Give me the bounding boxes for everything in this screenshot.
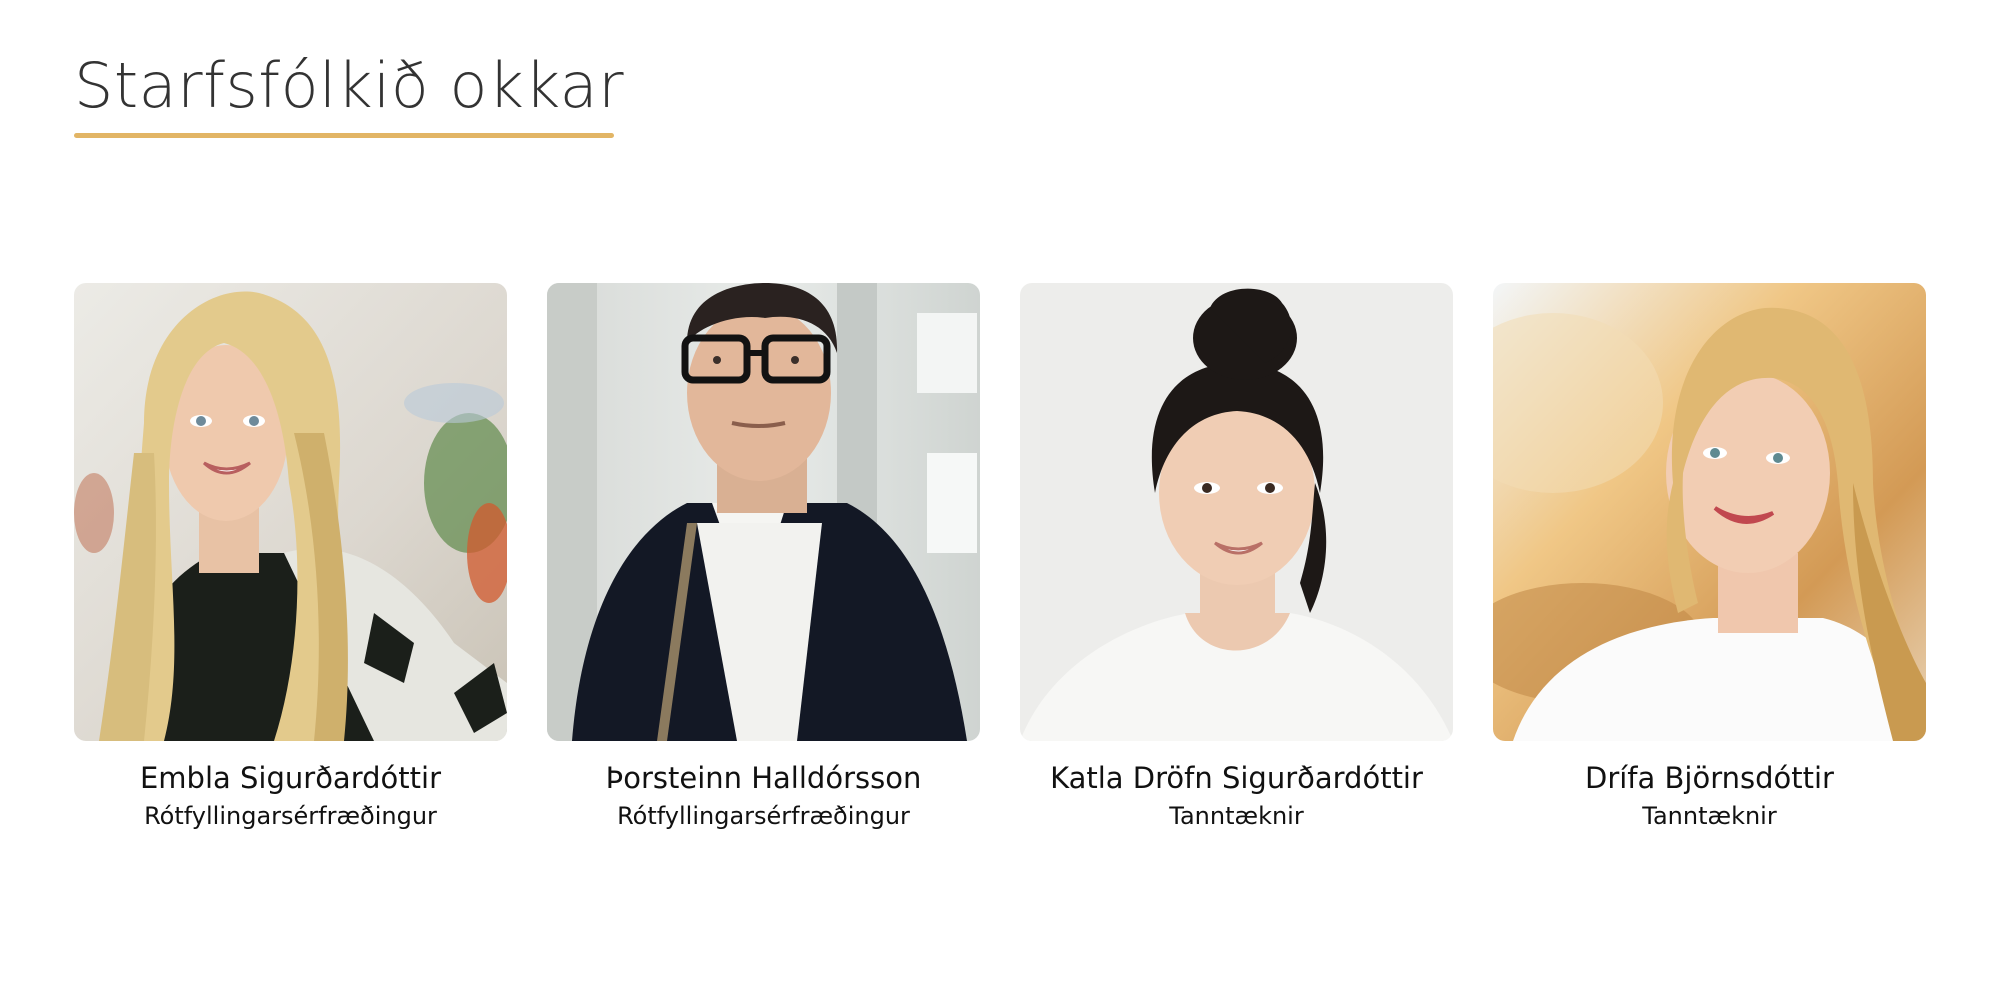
section-header: Starfsfólkið okkar: [74, 49, 625, 139]
staff-card: Katla Dröfn Sigurðardóttir Tanntæknir: [1020, 283, 1453, 831]
staff-name: Katla Dröfn Sigurðardóttir: [1050, 761, 1423, 795]
staff-photo: [74, 283, 507, 741]
staff-role: Tanntæknir: [1642, 801, 1777, 830]
staff-name: Drífa Björnsdóttir: [1585, 761, 1834, 795]
staff-photo: [1020, 283, 1453, 741]
page-title: Starfsfólkið okkar: [74, 49, 625, 122]
staff-role: Tanntæknir: [1169, 801, 1304, 830]
staff-name: Þorsteinn Halldórsson: [605, 761, 922, 795]
title-underline: [74, 133, 614, 139]
portrait-woman-blonde-icon: [1493, 283, 1926, 741]
staff-photo: [547, 283, 980, 741]
staff-card: Þorsteinn Halldórsson Rótfyllingarsérfræ…: [547, 283, 980, 831]
staff-card: Drífa Björnsdóttir Tanntæknir: [1493, 283, 1926, 831]
staff-card: Embla Sigurðardóttir Rótfyllingarsérfræð…: [74, 283, 507, 831]
portrait-man-glasses-icon: [547, 283, 980, 741]
staff-role: Rótfyllingarsérfræðingur: [144, 801, 437, 830]
staff-photo: [1493, 283, 1926, 741]
staff-name: Embla Sigurðardóttir: [139, 761, 441, 795]
portrait-woman-dark-hair-icon: [1020, 283, 1453, 741]
staff-role: Rótfyllingarsérfræðingur: [617, 801, 910, 830]
portrait-woman-blonde-icon: [74, 283, 507, 741]
staff-grid: Embla Sigurðardóttir Rótfyllingarsérfræð…: [74, 283, 1926, 831]
